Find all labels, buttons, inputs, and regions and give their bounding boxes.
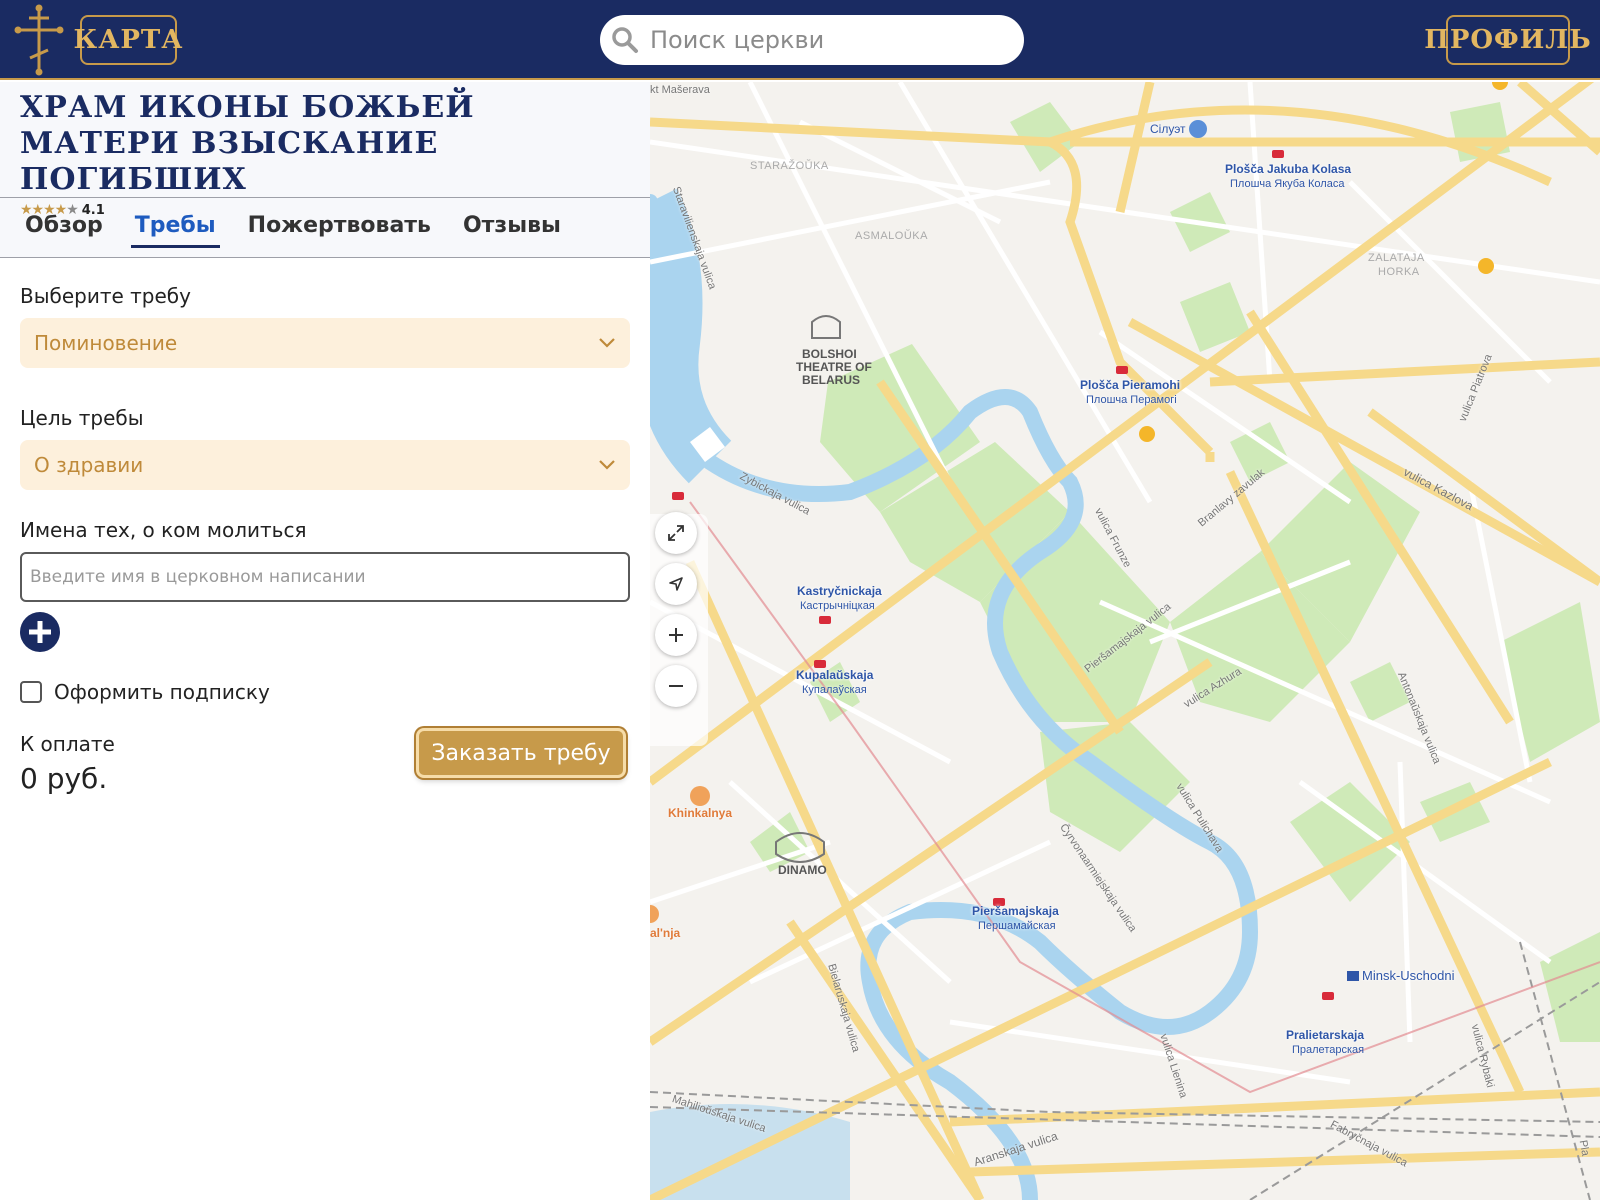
church-header: Храм иконы Божьей Матери Взыскание погиб… <box>0 82 650 218</box>
map-view[interactable]: kt Mašerava Сілуэт Plošča Jakuba Kolasa … <box>650 82 1600 1200</box>
map-label: Plošča Jakuba Kolasa <box>1225 162 1352 176</box>
map-label: Minsk-Uschodni <box>1362 968 1455 983</box>
map-label: Купалаўская <box>802 684 867 696</box>
tab-overview[interactable]: Обзор <box>25 213 103 242</box>
add-name-icon[interactable] <box>20 612 60 652</box>
map-label: Kupalaŭskaja <box>796 668 874 682</box>
locate-button[interactable] <box>655 563 697 605</box>
top-header: КАРТА ПРОФИЛЬ <box>0 0 1600 80</box>
search-input[interactable] <box>650 26 1010 54</box>
subscription-row[interactable]: Оформить подписку <box>20 680 630 704</box>
purpose-label: Цель требы <box>20 406 144 430</box>
expand-icon <box>668 525 684 541</box>
church-panel: Храм иконы Божьей Матери Взыскание погиб… <box>0 82 650 1200</box>
map-label: Pieršamajskaja <box>972 904 1059 918</box>
search-icon <box>612 27 638 53</box>
map-label: HORKA <box>1378 266 1420 278</box>
profile-button[interactable]: ПРОФИЛЬ <box>1424 15 1591 65</box>
names-label: Имена тех, о ком молиться <box>20 518 307 542</box>
map-label: Pla <box>1576 1139 1592 1157</box>
treba-select-value: Поминовение <box>34 331 178 355</box>
minus-icon <box>669 685 683 687</box>
purpose-select[interactable]: О здравии <box>20 440 630 490</box>
map-label: Pralietarskaja <box>1286 1028 1365 1042</box>
chevron-down-icon <box>599 338 615 348</box>
search-bar[interactable] <box>600 15 1024 65</box>
map-label: Плошча Перамогі <box>1086 394 1177 406</box>
names-input[interactable] <box>20 552 630 602</box>
chevron-down-icon <box>599 460 615 470</box>
map-label: Kastryčnickaja <box>797 584 882 598</box>
map-label: ZALATAJA <box>1368 252 1425 264</box>
map-label: Кастрычніцкая <box>800 600 875 612</box>
orthodox-cross-logo <box>14 4 64 76</box>
subscription-checkbox[interactable] <box>20 681 42 703</box>
map-label: Сілуэт <box>1150 122 1186 136</box>
treba-form: Выберите требу Поминовение Цель требы О … <box>0 258 650 795</box>
subscription-label: Оформить подписку <box>54 680 270 704</box>
plus-icon <box>669 628 683 642</box>
map-label: Plošča Pieramohi <box>1080 378 1181 392</box>
map-label: Пралетарская <box>1292 1044 1365 1056</box>
tab-trebi[interactable]: Требы <box>130 213 220 248</box>
tab-reviews[interactable]: Отзывы <box>463 213 561 242</box>
church-title: Храм иконы Божьей Матери Взыскание погиб… <box>20 90 475 197</box>
map-label: Плошча Якуба Коласа <box>1230 178 1345 190</box>
map-label: Першамайская <box>978 920 1056 932</box>
map-button[interactable]: КАРТА <box>74 15 182 65</box>
map-label: BELARUS <box>802 373 861 387</box>
order-treba-button[interactable]: Заказать требу <box>416 728 626 778</box>
map-label: STARAŽOŬKA <box>750 160 829 172</box>
zoom-in-button[interactable] <box>655 614 697 656</box>
treba-label: Выберите требу <box>20 284 191 308</box>
navigation-arrow-icon <box>669 577 683 591</box>
purpose-select-value: О здравии <box>34 453 144 477</box>
map-label: al'nja <box>650 926 681 940</box>
map-label: kt Mašerava <box>650 84 710 96</box>
map-label: ASMALOŬKA <box>855 230 928 242</box>
map-label: Khinkalnya <box>668 806 733 820</box>
treba-select[interactable]: Поминовение <box>20 318 630 368</box>
map-label: DINAMO <box>778 863 827 877</box>
fullscreen-button[interactable] <box>655 512 697 554</box>
tab-donate[interactable]: Пожертвовать <box>248 213 431 242</box>
zoom-out-button[interactable] <box>655 665 697 707</box>
